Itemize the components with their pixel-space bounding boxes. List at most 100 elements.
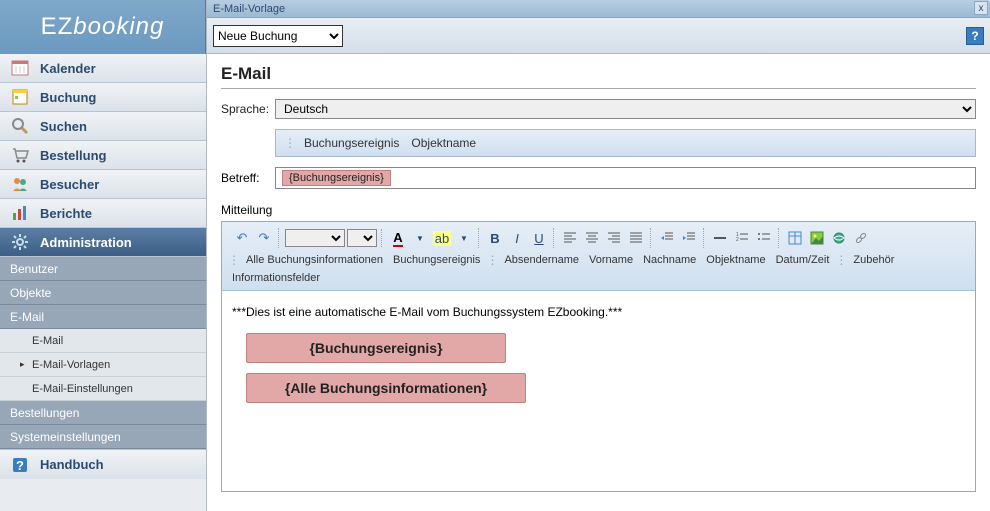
sub-bestellungen[interactable]: Bestellungen — [0, 401, 206, 425]
pill-alleinfo: {Alle Buchungsinformationen} — [246, 373, 526, 403]
sidebar: EZbooking Kalender Buchung Suchen Bestel… — [0, 0, 206, 511]
nav-label: Administration — [40, 235, 132, 250]
ordered-list-icon[interactable]: 12 — [732, 228, 752, 248]
placeholder-tag[interactable]: Buchungsereignis — [304, 136, 399, 150]
tag-info[interactable]: Informationsfelder — [228, 270, 324, 286]
tag-objekt[interactable]: Objektname — [702, 252, 769, 268]
sub-label: Objekte — [10, 286, 51, 300]
nav-berichte[interactable]: Berichte — [0, 198, 206, 228]
bold-icon[interactable]: B — [485, 228, 505, 248]
subject-pill: {Buchungsereignis} — [282, 170, 391, 186]
tag-vorname[interactable]: Vorname — [585, 252, 637, 268]
nav-label: Suchen — [40, 119, 87, 134]
tag-zubehoer[interactable]: Zubehör — [849, 252, 898, 268]
undo-icon[interactable]: ↶ — [232, 228, 252, 248]
image-icon[interactable] — [807, 228, 827, 248]
link-icon[interactable] — [829, 228, 849, 248]
font-select[interactable] — [285, 229, 345, 247]
visitor-icon — [8, 172, 32, 196]
nav: Kalender Buchung Suchen Bestellung Besuc… — [0, 54, 206, 511]
sub-email-item[interactable]: E-Mail — [0, 329, 206, 353]
font-color-icon[interactable]: A — [388, 228, 408, 248]
content: E-Mail Sprache: Deutsch ⋮ Buchungsereign… — [207, 54, 990, 511]
nav-label: Besucher — [40, 177, 99, 192]
redo-icon[interactable]: ↷ — [254, 228, 274, 248]
bg-color-icon[interactable]: ab — [432, 228, 452, 248]
tag-absender[interactable]: Absendername — [500, 252, 583, 268]
template-select[interactable]: Neue Buchung — [213, 25, 343, 47]
reports-icon — [8, 201, 32, 225]
sub-objekte[interactable]: Objekte — [0, 281, 206, 305]
size-select[interactable] — [347, 229, 377, 247]
sub-email[interactable]: E-Mail — [0, 305, 206, 329]
chevron-down-icon[interactable]: ▼ — [410, 228, 430, 248]
admin-icon — [8, 230, 32, 254]
separator-icon: ⋮ — [228, 253, 240, 267]
separator-icon: ⋮ — [835, 253, 847, 267]
search-icon — [8, 114, 32, 138]
sub-email-vorlagen[interactable]: ▸ E-Mail-Vorlagen — [0, 353, 206, 377]
nav-handbuch[interactable]: ? Handbuch — [0, 449, 206, 479]
nav-besucher[interactable]: Besucher — [0, 169, 206, 199]
tag-buchung[interactable]: Buchungsereignis — [389, 252, 484, 268]
sub-item-label: E-Mail-Vorlagen — [32, 359, 110, 371]
tag-alle[interactable]: Alle Buchungsinformationen — [242, 252, 387, 268]
tag-datum[interactable]: Datum/Zeit — [772, 252, 834, 268]
nav-label: Handbuch — [40, 457, 104, 472]
chevron-down-icon[interactable]: ▼ — [454, 228, 474, 248]
unordered-list-icon[interactable] — [754, 228, 774, 248]
sub-item-label: E-Mail-Einstellungen — [32, 383, 133, 395]
nav-kalender[interactable]: Kalender — [0, 54, 206, 83]
help-icon: ? — [8, 453, 32, 477]
pill-buchungsereignis: {Buchungsereignis} — [246, 333, 506, 363]
sub-benutzer[interactable]: Benutzer — [0, 257, 206, 281]
nav-label: Bestellung — [40, 148, 106, 163]
align-justify-icon[interactable] — [626, 228, 646, 248]
app-logo: EZbooking — [0, 0, 206, 54]
marker-icon: ▸ — [20, 359, 28, 370]
nav-label: Berichte — [40, 206, 92, 221]
sub-label: Bestellungen — [10, 406, 79, 420]
separator-icon: ⋮ — [486, 253, 498, 267]
sub-label: Benutzer — [10, 262, 58, 276]
logo-text-a: EZ — [41, 13, 74, 41]
help-button[interactable]: ? — [966, 27, 984, 45]
unlink-icon[interactable] — [851, 228, 871, 248]
subject-label: Betreff: — [221, 171, 275, 185]
admin-subsection: Benutzer Objekte E-Mail E-Mail ▸ E-Mail-V… — [0, 257, 206, 449]
nav-buchung[interactable]: Buchung — [0, 82, 206, 112]
editor: ↶ ↷ A ▼ ab ▼ — [221, 221, 976, 492]
close-button[interactable]: x — [974, 1, 988, 15]
outdent-icon[interactable] — [657, 228, 677, 248]
window-titlebar: E-Mail-Vorlage x — [207, 0, 990, 18]
nav-bestellung[interactable]: Bestellung — [0, 140, 206, 170]
nav-suchen[interactable]: Suchen — [0, 111, 206, 141]
italic-icon[interactable]: I — [507, 228, 527, 248]
section-title: E-Mail — [221, 64, 976, 89]
editor-toolbar: ↶ ↷ A ▼ ab ▼ — [222, 222, 975, 291]
svg-text:2: 2 — [736, 237, 739, 243]
underline-icon[interactable]: U — [529, 228, 549, 248]
placeholder-tag[interactable]: Objektname — [411, 136, 476, 150]
language-row: Sprache: Deutsch — [221, 99, 976, 119]
language-select[interactable]: Deutsch — [275, 99, 976, 119]
table-icon[interactable] — [785, 228, 805, 248]
separator-icon: ⋮ — [284, 136, 296, 150]
nav-administration[interactable]: Administration — [0, 227, 206, 257]
calendar-icon — [8, 56, 32, 80]
sub-email-einstellungen[interactable]: E-Mail-Einstellungen — [0, 377, 206, 401]
hr-icon[interactable] — [710, 228, 730, 248]
align-left-icon[interactable] — [560, 228, 580, 248]
editor-body[interactable]: ***Dies ist eine automatische E-Mail vom… — [222, 291, 975, 491]
tag-nachname[interactable]: Nachname — [639, 252, 700, 268]
nav-label: Buchung — [40, 90, 96, 105]
subject-row: Betreff: {Buchungsereignis} — [221, 167, 976, 189]
subject-input[interactable]: {Buchungsereignis} — [275, 167, 976, 189]
sub-label: E-Mail — [10, 310, 44, 324]
window-title: E-Mail-Vorlage — [213, 3, 285, 15]
align-right-icon[interactable] — [604, 228, 624, 248]
align-center-icon[interactable] — [582, 228, 602, 248]
indent-icon[interactable] — [679, 228, 699, 248]
sub-system[interactable]: Systemeinstellungen — [0, 425, 206, 449]
mitteilung-label: Mitteilung — [221, 203, 976, 217]
